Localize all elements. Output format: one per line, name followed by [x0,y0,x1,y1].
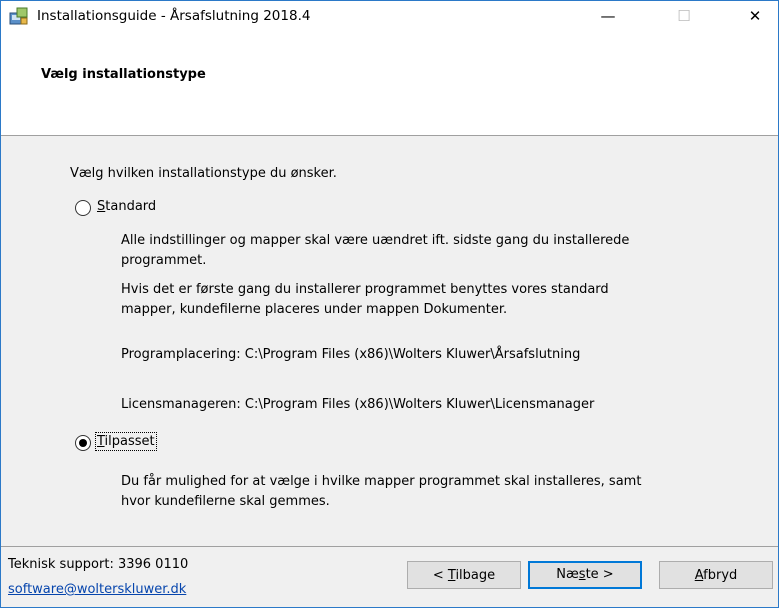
support-phone-text: Teknisk support: 3396 0110 [8,557,189,572]
standard-radio[interactable] [75,200,91,216]
back-button[interactable]: < Tilbage [407,561,521,589]
custom-radio[interactable] [75,435,91,451]
minimize-button[interactable]: — [585,1,631,31]
minimize-icon: — [600,7,616,25]
title-bar[interactable]: Installationsguide - Årsafslutning 2018.… [1,1,778,31]
maximize-button[interactable]: ☐ [661,1,707,31]
wizard-header: Vælg installationstype [1,31,778,136]
support-email-link[interactable]: software@wolterskluwer.dk [8,582,186,597]
installer-window: Installationsguide - Årsafslutning 2018.… [0,0,779,608]
wizard-content: Vælg hvilken installationstype du ønsker… [1,136,778,546]
maximize-icon: ☐ [677,7,691,25]
custom-radio-label[interactable]: Tilpasset [95,432,157,451]
standard-description-line: Hvis det er første gang du installerer p… [121,282,609,297]
close-icon: ✕ [748,7,762,25]
radio-selected-dot [79,439,87,447]
standard-radio-label[interactable]: Standard [97,199,156,214]
install-type-prompt: Vælg hvilken installationstype du ønsker… [70,166,337,181]
standard-description-line: Alle indstillinger og mapper skal være u… [121,233,630,248]
custom-description-line: hvor kundefilerne skal gemmes. [121,494,330,509]
standard-description-line: mapper, kundefilerne placeres under mapp… [121,302,508,317]
program-location-text: Programplacering: C:\Program Files (x86)… [121,347,581,362]
standard-description-line: programmet. [121,253,207,268]
page-title: Vælg installationstype [41,67,206,82]
installer-app-icon [9,7,28,25]
close-button[interactable]: ✕ [732,1,778,31]
license-location-text: Licensmanageren: C:\Program Files (x86)\… [121,397,595,412]
next-button[interactable]: Næste > [528,561,642,589]
window-title: Installationsguide - Årsafslutning 2018.… [37,8,311,24]
custom-description-line: Du får mulighed for at vælge i hvilke ma… [121,474,642,489]
wizard-footer: Teknisk support: 3396 0110 software@wolt… [1,547,778,607]
cancel-button[interactable]: Afbryd [659,561,773,589]
